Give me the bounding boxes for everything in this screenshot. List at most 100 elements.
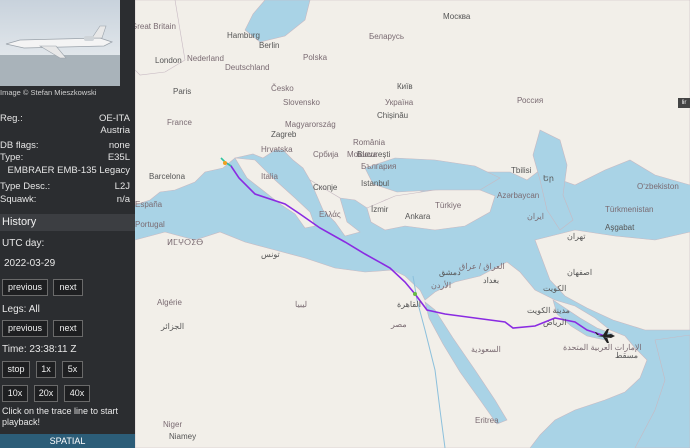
map-label: اصفهان — [567, 268, 593, 277]
utc-day-value: 2022-03-29 — [4, 258, 56, 269]
day-next-button[interactable]: next — [53, 279, 83, 296]
spatial-button[interactable]: SPATIAL — [0, 434, 135, 448]
map-label: Polska — [303, 53, 328, 62]
map-label: Portugal — [135, 220, 165, 229]
type-name-row: EMBRAER EMB-135 Legacy — [0, 165, 132, 176]
map-label: Barcelona — [149, 172, 186, 181]
type-label: Type: — [0, 152, 24, 163]
map-label: السعودية — [471, 345, 501, 354]
type-desc-label: Type Desc.: — [0, 181, 51, 192]
map-label: ایران — [527, 212, 544, 221]
map-label: Algérie — [157, 298, 182, 307]
map-label: France — [167, 118, 192, 127]
map-label: Italia — [261, 172, 278, 181]
map-label: القاهرة — [397, 300, 421, 309]
map-label: الأردن — [431, 281, 452, 290]
map-label: Україна — [385, 98, 414, 107]
map-label: Hamburg — [227, 31, 260, 40]
map-label: العراق / عراق — [459, 262, 505, 271]
map-label: Niamey — [169, 432, 197, 441]
reg-value: OE-ITA — [99, 113, 130, 124]
playback-5x-button[interactable]: 5x — [62, 361, 83, 378]
map-label: Беларусь — [369, 32, 404, 41]
map-label: الكويت — [543, 284, 567, 293]
history-title: History — [2, 216, 37, 228]
map-label: Ankara — [405, 212, 431, 221]
map-label: ⵍⵎⵖⵔⵉⴱ — [167, 238, 204, 247]
map-label: Niger — [163, 420, 183, 429]
playback-time: Time: 23:38:11 Z — [2, 344, 77, 355]
map-label: Magyarország — [285, 120, 336, 129]
squawk-row: Squawk: n/a — [0, 194, 132, 205]
map-label: Եր — [543, 174, 554, 183]
map-label: مسقط — [615, 351, 639, 360]
playback-stop-button[interactable]: stop — [2, 361, 30, 378]
leg-next-button[interactable]: next — [53, 320, 83, 337]
map-label: بغداد — [483, 276, 500, 285]
day-previous-button[interactable]: previous — [2, 279, 48, 296]
type-value: E35L — [107, 152, 130, 163]
aircraft-sidebar: Image © Stefan Mieszkowski Reg.: OE-ITA … — [0, 0, 135, 448]
map-label: Eritrea — [475, 416, 499, 425]
playback-20x-button[interactable]: 20x — [34, 385, 58, 402]
map-label: Berlin — [259, 41, 280, 50]
squawk-value: n/a — [116, 194, 130, 205]
map-label: تونس — [261, 250, 280, 259]
map-label: Tbilisi — [511, 166, 532, 175]
app-root: Great Britain London Nederland Hamburg Berli… — [0, 0, 690, 448]
map-label: România — [353, 138, 386, 147]
map-label: Ελλάς — [319, 210, 341, 219]
map-label: Србија — [313, 150, 339, 159]
db-flags-value: none — [108, 140, 130, 151]
map-label: Nederland — [187, 54, 224, 63]
map-label: Київ — [397, 82, 413, 91]
map-label: Istanbul — [361, 179, 390, 188]
scale-badge[interactable]: lir — [678, 98, 690, 108]
aircraft-photo — [0, 0, 120, 86]
country-value: Austria — [100, 125, 130, 136]
map-label: Moldova — [347, 150, 378, 159]
map-label: Chișinău — [377, 111, 409, 120]
map-label: ليبيا — [295, 300, 308, 309]
map-label: Slovensko — [283, 98, 320, 107]
map-label: London — [155, 56, 182, 65]
type-desc-value: L2J — [114, 181, 130, 192]
map-label: مدينة الكويت — [527, 306, 570, 315]
map-label: الجزائر — [161, 322, 185, 331]
type-name-value: EMBRAER EMB-135 Legacy — [7, 165, 131, 176]
map-label: España — [135, 200, 163, 209]
track-waypoint-marker[interactable] — [413, 292, 417, 296]
map-label: الرياض — [543, 318, 567, 327]
map-label: Azərbaycan — [497, 191, 540, 200]
playback-1x-button[interactable]: 1x — [36, 361, 56, 378]
map-label: مصر — [391, 320, 407, 329]
leg-previous-button[interactable]: previous — [2, 320, 48, 337]
map-label: Скопје — [313, 183, 338, 192]
map-label: Türkiye — [435, 201, 462, 210]
image-credit: Image © Stefan Mieszkowski — [0, 88, 97, 97]
map-label: تهران — [567, 232, 586, 241]
reg-row: Reg.: OE-ITA — [0, 113, 132, 124]
playback-10x-button[interactable]: 10x — [2, 385, 28, 402]
map-label: Aşgabat — [605, 223, 635, 232]
legs-label: Legs: All — [2, 304, 40, 315]
map-label: Oʻzbekiston — [637, 182, 679, 191]
map-label: Москва — [443, 12, 471, 21]
map-view[interactable]: Great Britain London Nederland Hamburg Berli… — [135, 0, 690, 448]
playback-hint: Click on the trace line to start playbac… — [2, 406, 119, 427]
aircraft-photo-image — [0, 25, 120, 86]
track-start-marker[interactable] — [223, 161, 227, 165]
map-label: Türkmenistan — [605, 205, 654, 214]
map-label: Great Britain — [135, 22, 176, 31]
map-label: İzmir — [371, 205, 389, 214]
utc-day-label: UTC day: — [2, 238, 45, 249]
history-header[interactable]: History — [0, 214, 135, 231]
db-flags-row: DB flags: none — [0, 140, 132, 151]
playback-40x-button[interactable]: 40x — [64, 385, 90, 402]
squawk-label: Squawk: — [0, 194, 37, 205]
map-label: Česko — [271, 84, 294, 93]
map-label: България — [361, 162, 397, 171]
map-label: Россия — [517, 96, 544, 105]
db-flags-label: DB flags: — [0, 140, 39, 151]
country-row: Austria — [0, 125, 132, 136]
